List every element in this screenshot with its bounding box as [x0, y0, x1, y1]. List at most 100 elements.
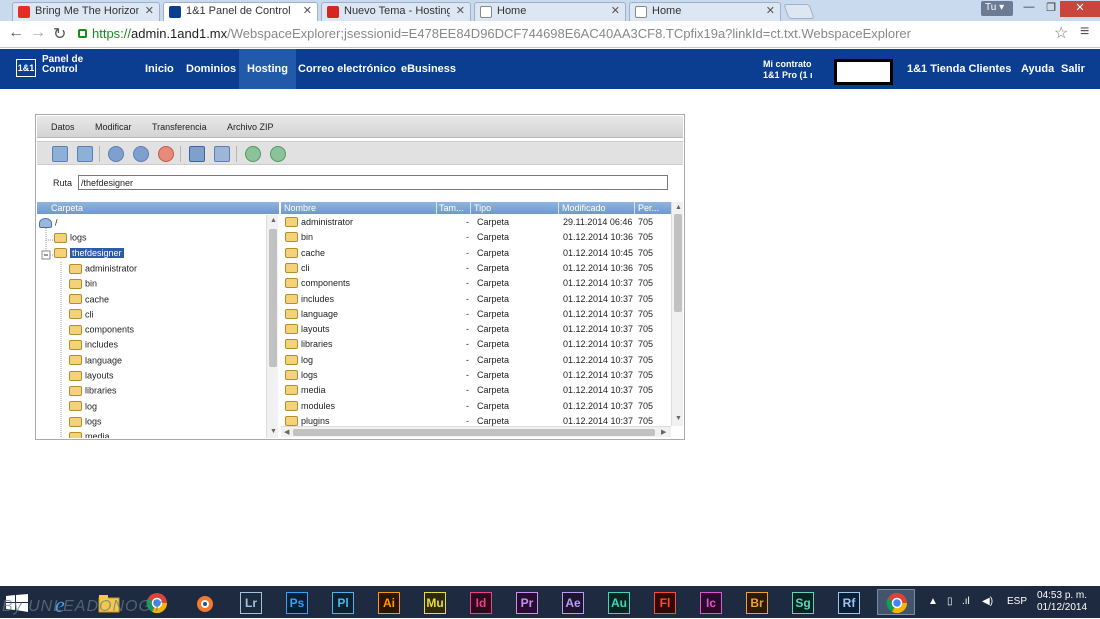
- oneandone-logo[interactable]: 1&1: [16, 59, 36, 77]
- table-row[interactable]: administrator - Carpeta 29.11.2014 06:46 705: [281, 215, 671, 230]
- app-mu-icon[interactable]: Mu: [424, 592, 446, 614]
- tab-home-1[interactable]: Home ✕: [474, 2, 626, 21]
- scroll-up-icon[interactable]: ▲: [675, 204, 682, 211]
- nav-inicio[interactable]: Inicio: [138, 49, 181, 89]
- col-permisos[interactable]: Per...: [638, 203, 668, 213]
- app-pr-icon[interactable]: Pr: [516, 592, 538, 614]
- table-row[interactable]: media - Carpeta 01.12.2014 10:37 705: [281, 383, 671, 398]
- col-nombre[interactable]: Nombre: [284, 203, 434, 213]
- menu-datos[interactable]: Datos: [51, 122, 75, 132]
- table-row[interactable]: logs - Carpeta 01.12.2014 10:37 705: [281, 368, 671, 383]
- window-close-icon[interactable]: ✕: [1060, 1, 1100, 17]
- tree-scroll-thumb[interactable]: [269, 229, 277, 367]
- close-icon[interactable]: ✕: [611, 4, 620, 17]
- move-icon[interactable]: [133, 146, 149, 162]
- app-id-icon[interactable]: Id: [470, 592, 492, 614]
- tree-node[interactable]: layouts: [69, 370, 114, 384]
- list-hscrollbar[interactable]: ◀ ▶: [281, 426, 671, 437]
- scroll-down-icon[interactable]: ▼: [270, 428, 277, 435]
- tab-panel-control[interactable]: 1&1 Panel de Control ✕: [163, 2, 318, 21]
- tray-expand-icon[interactable]: ▲: [928, 596, 938, 607]
- nav-ebusiness[interactable]: eBusiness: [395, 49, 462, 89]
- tab-youtube[interactable]: Bring Me The Horizon - "C ✕: [12, 2, 160, 21]
- minimize-icon[interactable]: —: [1018, 1, 1040, 17]
- scroll-left-icon[interactable]: ◀: [284, 428, 289, 436]
- tree-node[interactable]: administrator: [69, 263, 137, 277]
- table-row[interactable]: cache - Carpeta 01.12.2014 10:45 705: [281, 246, 671, 261]
- list-hscroll-thumb[interactable]: [293, 429, 655, 436]
- app-lr-icon[interactable]: Lr: [240, 592, 262, 614]
- table-row[interactable]: language - Carpeta 01.12.2014 10:37 705: [281, 307, 671, 322]
- app-ae-icon[interactable]: Ae: [562, 592, 584, 614]
- table-row[interactable]: modules - Carpeta 01.12.2014 10:37 705: [281, 399, 671, 414]
- contract-info[interactable]: Mi contrato 1&1 Pro (1 ı: [763, 59, 813, 81]
- tree-node[interactable]: media: [69, 431, 110, 438]
- tree-node[interactable]: components: [69, 324, 134, 338]
- close-icon[interactable]: ✕: [456, 4, 465, 17]
- tree-node[interactable]: cache: [69, 294, 109, 308]
- scroll-up-icon[interactable]: ▲: [270, 217, 277, 224]
- url-input[interactable]: https://admin.1and1.mx/WebspaceExplorer;…: [78, 24, 1058, 44]
- tree-node[interactable]: logs: [54, 232, 87, 246]
- table-row[interactable]: components - Carpeta 01.12.2014 10:37 705: [281, 276, 671, 291]
- new-file-icon[interactable]: [77, 146, 93, 162]
- new-folder-icon[interactable]: [52, 146, 68, 162]
- ayuda-link[interactable]: Ayuda: [1021, 63, 1054, 75]
- nav-hosting[interactable]: Hosting: [239, 49, 296, 89]
- zip-icon[interactable]: [245, 146, 261, 162]
- table-row[interactable]: libraries - Carpeta 01.12.2014 10:37 705: [281, 337, 671, 352]
- blender-icon[interactable]: [192, 592, 216, 614]
- app-ps-icon[interactable]: Ps: [286, 592, 308, 614]
- back-arrow-icon[interactable]: ←: [8, 24, 24, 42]
- table-row[interactable]: cli - Carpeta 01.12.2014 10:36 705: [281, 261, 671, 276]
- tab-nuevo-tema[interactable]: Nuevo Tema - Hosting Wi ✕: [321, 2, 471, 21]
- menu-icon[interactable]: ≡: [1080, 23, 1089, 41]
- menu-transferencia[interactable]: Transferencia: [152, 122, 207, 132]
- app-au-icon[interactable]: Au: [608, 592, 630, 614]
- nav-correo[interactable]: Correo electrónico: [292, 49, 402, 89]
- table-row[interactable]: bin - Carpeta 01.12.2014 10:36 705: [281, 230, 671, 245]
- tree-node[interactable]: logs: [69, 416, 102, 430]
- tree-scrollbar[interactable]: ▲ ▼: [266, 215, 278, 438]
- app-fl-icon[interactable]: Fl: [654, 592, 676, 614]
- app-pl-icon[interactable]: Pl: [332, 592, 354, 614]
- signal-icon[interactable]: .ıl: [962, 596, 970, 607]
- tree-node[interactable]: bin: [69, 278, 97, 292]
- close-icon[interactable]: ✕: [145, 4, 154, 17]
- tree-node[interactable]: log: [69, 401, 97, 415]
- scroll-down-icon[interactable]: ▼: [675, 415, 682, 422]
- volume-icon[interactable]: ◀): [982, 596, 993, 607]
- app-br-icon[interactable]: Br: [746, 592, 768, 614]
- tree-node[interactable]: language: [69, 355, 122, 369]
- bookmark-star-icon[interactable]: ☆: [1054, 23, 1068, 43]
- delete-icon[interactable]: [158, 146, 174, 162]
- tienda-link[interactable]: 1&1 Tienda Clientes: [907, 63, 1011, 75]
- tree-node[interactable]: includes: [69, 339, 118, 353]
- tree-node[interactable]: cli: [69, 309, 94, 323]
- copy-icon[interactable]: [108, 146, 124, 162]
- chrome-taskbar-active[interactable]: [877, 589, 915, 615]
- app-sg-icon[interactable]: Sg: [792, 592, 814, 614]
- ruta-input[interactable]: [78, 175, 668, 190]
- scroll-right-icon[interactable]: ▶: [661, 428, 666, 436]
- reload-icon[interactable]: ↻: [53, 24, 66, 44]
- restore-icon[interactable]: ❐: [1040, 1, 1062, 17]
- clock[interactable]: 04:53 p. m. 01/12/2014: [1037, 590, 1087, 614]
- col-tamano[interactable]: Tam...: [439, 203, 471, 213]
- col-tipo[interactable]: Tipo: [474, 203, 554, 213]
- app-ic-icon[interactable]: Ic: [700, 592, 722, 614]
- tree-node[interactable]: /: [39, 217, 58, 231]
- tree-node[interactable]: libraries: [69, 385, 117, 399]
- app-ai-icon[interactable]: Ai: [378, 592, 400, 614]
- salir-link[interactable]: Salir: [1061, 63, 1085, 75]
- table-row[interactable]: layouts - Carpeta 01.12.2014 10:37 705: [281, 322, 671, 337]
- forward-arrow-icon[interactable]: →: [30, 24, 46, 42]
- profile-button[interactable]: Tu ▾: [981, 1, 1013, 16]
- unzip-icon[interactable]: [270, 146, 286, 162]
- table-row[interactable]: log - Carpeta 01.12.2014 10:37 705: [281, 353, 671, 368]
- download-icon[interactable]: [214, 146, 230, 162]
- menu-modificar[interactable]: Modificar: [95, 122, 132, 132]
- list-vscrollbar[interactable]: ▲ ▼: [671, 202, 683, 426]
- new-tab-button[interactable]: [783, 4, 815, 19]
- tree-node[interactable]: thefdesigner: [54, 248, 124, 262]
